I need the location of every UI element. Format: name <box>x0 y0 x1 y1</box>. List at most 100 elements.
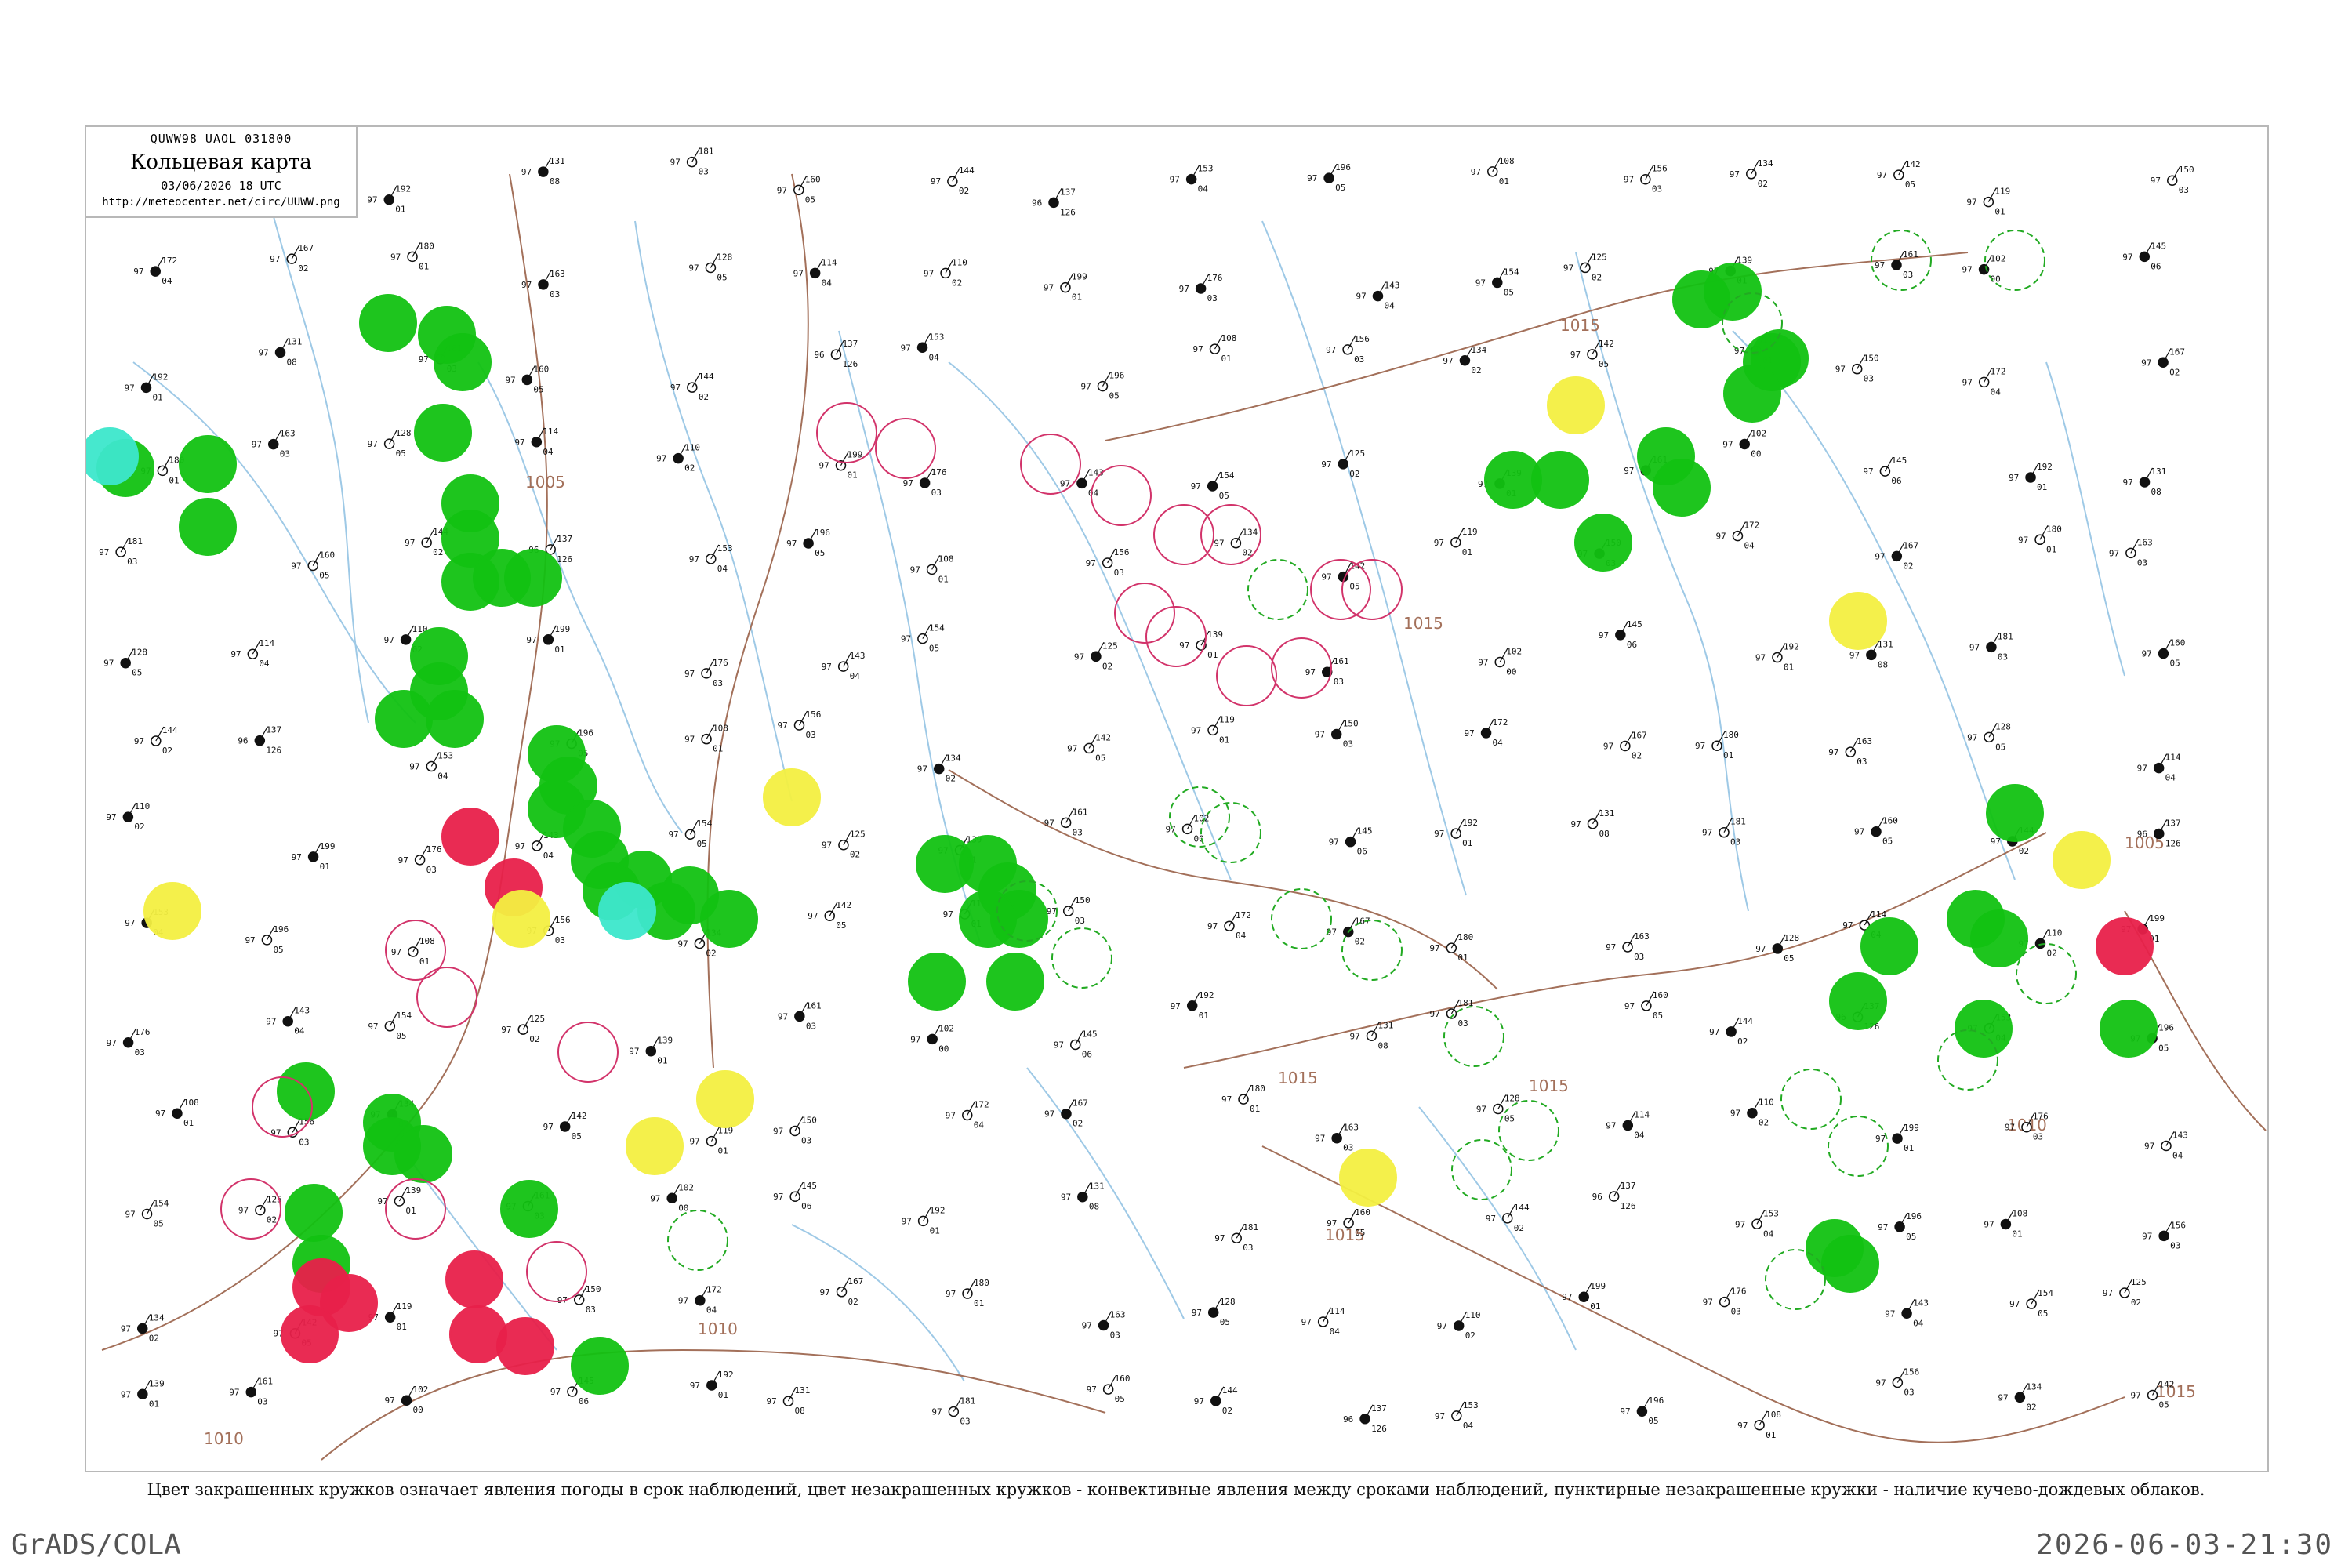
station-dew: 02 <box>1632 750 1642 760</box>
station-plot: 128 97 05 <box>1476 1094 1520 1124</box>
station-pressure: 172 <box>1991 366 2006 376</box>
station-temp: 97 <box>1722 440 1733 450</box>
station-dew: 03 <box>699 167 709 177</box>
station-dew: 08 <box>2151 487 2161 497</box>
station-plot: 156 97 03 <box>2142 1220 2186 1250</box>
station-temp: 97 <box>1170 175 1180 185</box>
weather-circle-rain <box>426 690 484 748</box>
station-dew: 04 <box>1088 488 1099 498</box>
station-temp: 97 <box>259 348 269 358</box>
station-dew: 01 <box>1207 650 1218 660</box>
station-temp: 97 <box>505 375 515 385</box>
weather-circle-rain <box>1704 263 1762 321</box>
station-plot: 1199701 <box>689 1126 733 1156</box>
station-temp: 97 <box>1755 944 1766 954</box>
station-dew: 05 <box>1095 753 1105 763</box>
station-dew: 04 <box>2172 1150 2183 1160</box>
station-temp: 97 <box>515 841 525 851</box>
station-dew: 126 <box>1371 1424 1387 1434</box>
station-pressure: 125 <box>1349 448 1365 459</box>
station-dew: 06 <box>579 1396 589 1406</box>
river <box>132 361 416 724</box>
station-plot: 114 97 04 <box>1301 1306 1345 1337</box>
weather-ring <box>1765 1249 1826 1310</box>
station-pressure: 131 <box>794 1385 810 1396</box>
station-pressure: 131 <box>550 156 565 166</box>
station-temp: 97 <box>1435 1411 1445 1421</box>
station-dew: 02 <box>267 1215 277 1225</box>
station-dew: 05 <box>1504 287 1514 297</box>
timestamp: 2026-06-03-21:30 <box>2036 1529 2333 1561</box>
station-plot: 108 97 01 <box>910 554 954 584</box>
station-pressure: 192 <box>930 1205 946 1215</box>
map-canvas: 1005101010101015101510151015101510051010… <box>86 147 2267 1461</box>
station-dew: 06 <box>1627 640 1637 650</box>
weather-circle-rain <box>1653 459 1711 517</box>
station-dew: 02 <box>1514 1223 1524 1233</box>
weather-circle-fog <box>696 1070 754 1128</box>
river <box>634 220 793 802</box>
station-pressure: 137 <box>842 339 858 349</box>
map-url[interactable]: http://meteocenter.net/circ/UUWW.png <box>86 196 356 209</box>
station-pressure: 110 <box>134 801 150 811</box>
station-temp: 97 <box>1315 1134 1325 1144</box>
station-dew: 08 <box>550 176 560 187</box>
station-dew: 03 <box>2033 1132 2043 1142</box>
station-temp: 97 <box>1998 1392 2008 1403</box>
station-plot: 144 97 02 <box>134 725 178 756</box>
station-plot: 156 97 03 <box>1875 1367 1919 1397</box>
station-pressure: 160 <box>1355 1207 1370 1218</box>
station-plot: 156 97 03 <box>777 710 821 740</box>
station-plot: 128 97 05 <box>1755 933 1799 964</box>
station-temp: 97 <box>107 1038 117 1048</box>
station-plot: 160 97 05 <box>505 364 549 394</box>
station-pressure: 145 <box>1357 826 1373 837</box>
station-plot: 142 97 05 <box>1570 339 1614 369</box>
station-dew: 08 <box>287 358 297 368</box>
station-temp: 97 <box>398 855 408 866</box>
station-temp: 97 <box>1599 630 1609 641</box>
station-plot: 134 97 02 <box>1730 158 1773 189</box>
station-dew: 00 <box>413 1405 423 1415</box>
station-plot: 160 97 05 <box>291 550 335 581</box>
station-pressure: 114 <box>259 638 274 648</box>
station-dew: 05 <box>319 571 329 581</box>
station-plot: 110 97 02 <box>106 801 150 832</box>
station-dew: 05 <box>1335 183 1345 193</box>
station-dew: 126 <box>1060 207 1076 217</box>
station-plot: 110 97 02 <box>656 443 700 474</box>
station-temp: 97 <box>125 383 135 393</box>
station-dew: 05 <box>815 548 825 558</box>
station-dew: 01 <box>1462 547 1472 557</box>
station-pressure: 137 <box>557 534 572 544</box>
station-pressure: 160 <box>1882 816 1898 826</box>
station-temp: 97 <box>670 158 681 168</box>
station-dew: 03 <box>2137 557 2147 568</box>
station-dew: 03 <box>555 935 565 946</box>
station-pressure: 196 <box>1906 1211 1922 1221</box>
station-marker <box>1636 1406 1648 1417</box>
station-dew: 08 <box>794 1406 804 1416</box>
station-pressure: 114 <box>1634 1110 1650 1120</box>
station-temp: 97 <box>2131 1391 2141 1401</box>
station-dew: 02 <box>850 850 860 860</box>
station-temp: 97 <box>1606 1121 1616 1131</box>
station-dew: 03 <box>1857 757 1867 767</box>
station-marker <box>793 184 804 196</box>
station-dew: 03 <box>299 1137 309 1147</box>
station-dew: 02 <box>1222 1406 1232 1416</box>
station-plot: 199 97 01 <box>526 624 570 655</box>
station-plot: 110 97 02 <box>1730 1098 1774 1128</box>
weather-map[interactable]: 1005101010101015101510151015101510051010… <box>85 125 2269 1472</box>
station-temp: 97 <box>650 1193 660 1203</box>
station-temp: 97 <box>2123 477 2133 488</box>
station-plot: 134 97 02 <box>1998 1381 2042 1412</box>
station-dew: 08 <box>1089 1202 1099 1212</box>
station-plot: 137 96 126 <box>238 725 281 756</box>
weather-ring <box>1091 465 1152 526</box>
weather-circle-rain <box>2100 1000 2158 1058</box>
station-pressure: 154 <box>2038 1288 2053 1298</box>
weather-circle-rain <box>434 333 492 391</box>
station-temp: 97 <box>2005 1123 2015 1133</box>
station-temp: 97 <box>1171 1001 1181 1011</box>
